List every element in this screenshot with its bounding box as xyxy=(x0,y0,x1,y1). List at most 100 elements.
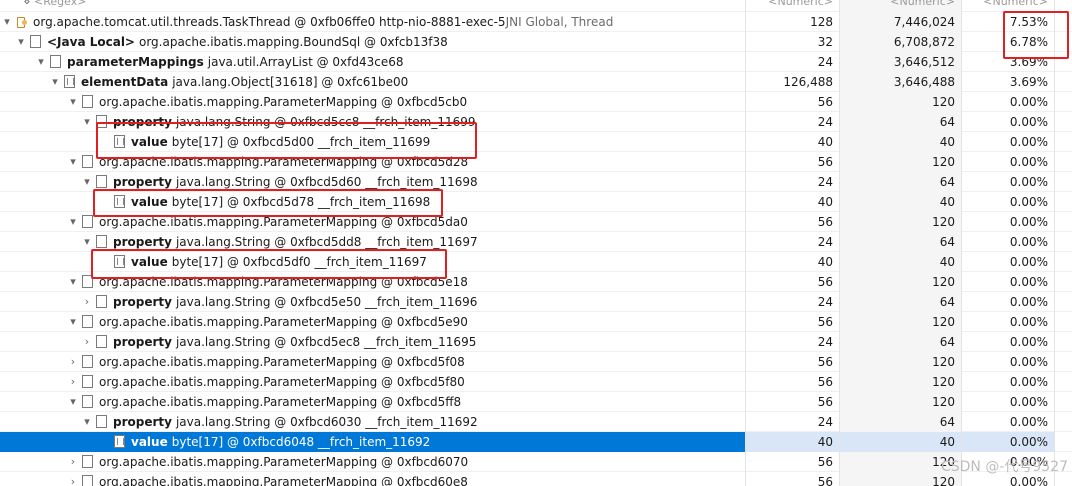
collapse-chevron-icon[interactable]: ▾ xyxy=(66,155,80,168)
collapse-chevron-icon[interactable]: ▾ xyxy=(0,15,14,28)
collapse-chevron-icon[interactable]: ▾ xyxy=(34,55,48,68)
tree-row[interactable]: ▾ elementData java.lang.Object[31618] @ 0x… xyxy=(0,71,1072,92)
expand-chevron-icon[interactable]: › xyxy=(80,295,94,308)
collapse-chevron-icon[interactable]: ▾ xyxy=(48,75,62,88)
object-icon xyxy=(82,315,93,328)
expand-chevron-icon[interactable]: › xyxy=(66,355,80,368)
collapse-chevron-icon[interactable]: ▾ xyxy=(66,95,80,108)
retained-heap-cell: 40 xyxy=(840,131,962,152)
object-description: org.apache.ibatis.mapping.ParameterMappi… xyxy=(99,354,465,369)
tree-row-name-cell[interactable]: ▾ elementData java.lang.Object[31618] @ 0x… xyxy=(0,71,746,92)
retained-heap-cell: 120 xyxy=(840,311,962,332)
tree-row[interactable]: ▾ org.apache.ibatis.mapping.ParameterMapp… xyxy=(0,91,1072,112)
percentage-cell: 0.00% xyxy=(962,91,1055,112)
tree-row[interactable]: ▾ org.apache.ibatis.mapping.ParameterMapp… xyxy=(0,151,1072,172)
tree-row-name-cell[interactable]: value byte[17] @ 0xfbcd6048 __frch_item_1… xyxy=(0,431,746,452)
tree-row-name-cell[interactable]: ▾ org.apache.ibatis.mapping.ParameterMapp… xyxy=(0,271,746,292)
tree-row[interactable]: ▾ property java.lang.String @ 0xfbcd5cc8 _… xyxy=(0,111,1072,132)
collapse-chevron-icon[interactable]: ▾ xyxy=(80,175,94,188)
column-header-shallow-heap[interactable]: <Numeric> xyxy=(746,0,840,12)
shallow-heap-cell: 126,488 xyxy=(746,71,840,92)
tree-row[interactable]: › org.apache.ibatis.mapping.ParameterMapp… xyxy=(0,371,1072,392)
expand-chevron-icon[interactable]: › xyxy=(66,375,80,388)
tree-row-name-cell[interactable]: value byte[17] @ 0xfbcd5df0 __frch_item_1… xyxy=(0,251,746,272)
tree-row[interactable]: value byte[17] @ 0xfbcd5d00 __frch_item_1… xyxy=(0,131,1072,152)
tree-row[interactable]: ▾ org.apache.ibatis.mapping.ParameterMapp… xyxy=(0,211,1072,232)
retained-heap-cell: 120 xyxy=(840,91,962,112)
shallow-heap-cell: 56 xyxy=(746,91,840,112)
tree-row[interactable]: ▾ org.apache.ibatis.mapping.ParameterMapp… xyxy=(0,311,1072,332)
column-header-retained-heap[interactable]: <Numeric> xyxy=(840,0,962,12)
object-description: java.lang.String @ 0xfbcd5e50 __frch_ite… xyxy=(175,294,478,309)
shallow-heap-cell: 56 xyxy=(746,451,840,472)
tree-row-name-cell[interactable]: value byte[17] @ 0xfbcd5d78 __frch_item_1… xyxy=(0,191,746,212)
tree-row-name-cell[interactable]: › property java.lang.String @ 0xfbcd5e50 _… xyxy=(0,291,746,312)
tree-row-name-cell[interactable]: ▾ org.apache.ibatis.mapping.ParameterMapp… xyxy=(0,311,746,332)
object-description: java.lang.String @ 0xfbcd5cc8 __frch_ite… xyxy=(175,114,476,129)
tree-row-name-cell[interactable]: ▾ property java.lang.String @ 0xfbcd5cc8 _… xyxy=(0,111,746,132)
tree-row-name-cell[interactable]: ▾ org.apache.ibatis.mapping.ParameterMapp… xyxy=(0,151,746,172)
tree-row-name-cell[interactable]: › org.apache.ibatis.mapping.ParameterMapp… xyxy=(0,451,746,472)
object-icon xyxy=(82,275,93,288)
collapse-chevron-icon[interactable]: ▾ xyxy=(66,395,80,408)
tree-row-name-cell[interactable]: ▾ org.apache.ibatis.mapping.ParameterMapp… xyxy=(0,391,746,412)
tree-row-name-cell[interactable]: › org.apache.ibatis.mapping.ParameterMapp… xyxy=(0,351,746,372)
collapse-chevron-icon[interactable]: ▾ xyxy=(80,235,94,248)
percentage-cell: 0.00% xyxy=(962,131,1055,152)
tree-row-name-cell[interactable]: › org.apache.ibatis.mapping.ParameterMapp… xyxy=(0,471,746,486)
tree-row-name-cell[interactable]: › org.apache.ibatis.mapping.ParameterMapp… xyxy=(0,371,746,392)
tree-row[interactable]: ▾ property java.lang.String @ 0xfbcd5d60 _… xyxy=(0,171,1072,192)
tree-row-name-cell[interactable]: ▾ org.apache.tomcat.util.threads.TaskThre… xyxy=(0,11,746,32)
expand-chevron-icon[interactable]: › xyxy=(66,455,80,468)
tree-row[interactable]: › property java.lang.String @ 0xfbcd5ec8 _… xyxy=(0,331,1072,352)
tree-row[interactable]: › org.apache.ibatis.mapping.ParameterMapp… xyxy=(0,471,1072,486)
retained-heap-cell: 120 xyxy=(840,271,962,292)
shallow-heap-cell: 24 xyxy=(746,111,840,132)
collapse-chevron-icon[interactable]: ▾ xyxy=(66,275,80,288)
shallow-heap-cell: 40 xyxy=(746,131,840,152)
collapse-chevron-icon[interactable]: ▾ xyxy=(80,115,94,128)
percentage-cell: 0.00% xyxy=(962,211,1055,232)
retained-heap-cell: 3,646,512 xyxy=(840,51,962,72)
tree-row-name-cell[interactable]: ▾ org.apache.ibatis.mapping.ParameterMapp… xyxy=(0,211,746,232)
retained-heap-cell: 120 xyxy=(840,371,962,392)
percentage-cell: 0.00% xyxy=(962,371,1055,392)
tree-row[interactable]: ▾ property java.lang.String @ 0xfbcd6030 _… xyxy=(0,411,1072,432)
tree-row[interactable]: ▾ property java.lang.String @ 0xfbcd5dd8 _… xyxy=(0,231,1072,252)
tree-row-name-cell[interactable]: › property java.lang.String @ 0xfbcd5ec8 _… xyxy=(0,331,746,352)
column-header-class-name[interactable]: ⋄ <Regex> xyxy=(0,0,746,12)
tree-row[interactable]: › org.apache.ibatis.mapping.ParameterMapp… xyxy=(0,451,1072,472)
percentage-cell: 0.00% xyxy=(962,331,1055,352)
collapse-chevron-icon[interactable]: ▾ xyxy=(80,415,94,428)
tree-row[interactable]: › org.apache.ibatis.mapping.ParameterMapp… xyxy=(0,351,1072,372)
tree-row[interactable]: › property java.lang.String @ 0xfbcd5e50 _… xyxy=(0,291,1072,312)
tree-row[interactable]: ▾ parameterMappings java.util.ArrayList @ … xyxy=(0,51,1072,72)
expand-chevron-icon[interactable]: › xyxy=(66,475,80,486)
collapse-chevron-icon[interactable]: ▾ xyxy=(14,35,28,48)
tree-row[interactable]: value byte[17] @ 0xfbcd5d78 __frch_item_1… xyxy=(0,191,1072,212)
tree-row[interactable]: value byte[17] @ 0xfbcd6048 __frch_item_1… xyxy=(0,431,1072,452)
tree-row[interactable]: value byte[17] @ 0xfbcd5df0 __frch_item_1… xyxy=(0,251,1072,272)
shallow-heap-cell: 32 xyxy=(746,31,840,52)
tree-row[interactable]: ▾ <Java Local> org.apache.ibatis.mapping.B… xyxy=(0,31,1072,52)
shallow-heap-cell: 40 xyxy=(746,191,840,212)
shallow-heap-cell: 56 xyxy=(746,311,840,332)
tree-row[interactable]: ▾ org.apache.ibatis.mapping.ParameterMapp… xyxy=(0,391,1072,412)
object-description: org.apache.ibatis.mapping.ParameterMappi… xyxy=(99,214,468,229)
collapse-chevron-icon[interactable]: ▾ xyxy=(66,215,80,228)
column-header-percentage[interactable]: <Numeric> xyxy=(962,0,1055,12)
tree-row-name-cell[interactable]: ▾ property java.lang.String @ 0xfbcd5dd8 _… xyxy=(0,231,746,252)
object-description: org.apache.ibatis.mapping.ParameterMappi… xyxy=(99,394,462,409)
tree-row-name-cell[interactable]: ▾ property java.lang.String @ 0xfbcd6030 _… xyxy=(0,411,746,432)
tree-row-name-cell[interactable]: ▾ <Java Local> org.apache.ibatis.mapping.B… xyxy=(0,31,746,52)
collapse-chevron-icon[interactable]: ▾ xyxy=(66,315,80,328)
tree-row-name-cell[interactable]: ▾ property java.lang.String @ 0xfbcd5d60 _… xyxy=(0,171,746,192)
object-description: java.util.ArrayList @ 0xfd43ce68 xyxy=(207,54,404,69)
tree-row-name-cell[interactable]: ▾ parameterMappings java.util.ArrayList @ … xyxy=(0,51,746,72)
tree-row[interactable]: ▾ org.apache.ibatis.mapping.ParameterMapp… xyxy=(0,271,1072,292)
tree-row-name-cell[interactable]: ▾ org.apache.ibatis.mapping.ParameterMapp… xyxy=(0,91,746,112)
tree-row-name-cell[interactable]: value byte[17] @ 0xfbcd5d00 __frch_item_1… xyxy=(0,131,746,152)
expand-chevron-icon[interactable]: › xyxy=(80,335,94,348)
tree-row[interactable]: ▾ org.apache.tomcat.util.threads.TaskThre… xyxy=(0,11,1072,32)
retained-heap-cell: 64 xyxy=(840,231,962,252)
